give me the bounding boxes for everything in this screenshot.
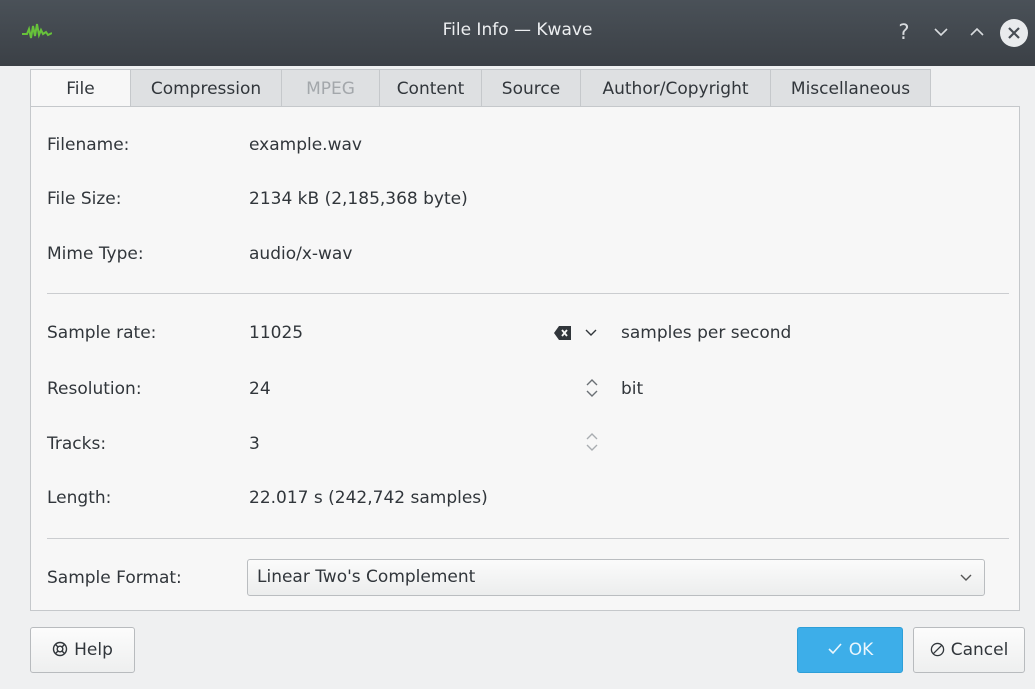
cancel-button[interactable]: Cancel xyxy=(913,627,1025,673)
tab-bar: File Compression MPEG Content Source Aut… xyxy=(30,69,931,108)
sampleformat-select[interactable]: Linear Two's Complement xyxy=(247,559,985,596)
checkmark-icon xyxy=(828,643,842,655)
samplerate-label: Sample rate: xyxy=(47,323,157,343)
tracks-label: Tracks: xyxy=(47,434,107,454)
filename-value: example.wav xyxy=(249,135,362,155)
tracks-value[interactable]: 3 xyxy=(249,434,260,454)
mimetype-value: audio/x-wav xyxy=(249,244,353,264)
length-value: 22.017 s (242,742 samples) xyxy=(249,488,488,508)
tab-content[interactable]: Content xyxy=(380,69,482,107)
maximize-icon[interactable] xyxy=(962,17,992,47)
help-icon[interactable]: ? xyxy=(889,17,919,47)
filesize-value: 2134 kB (2,185,368 byte) xyxy=(249,189,468,209)
chevron-down-icon xyxy=(960,574,972,581)
mimetype-label: Mime Type: xyxy=(47,244,144,264)
tracks-spinner-icon[interactable] xyxy=(584,431,600,453)
tab-source[interactable]: Source xyxy=(482,69,581,107)
tab-file[interactable]: File xyxy=(30,69,131,108)
clear-text-icon[interactable] xyxy=(554,326,572,340)
resolution-label: Resolution: xyxy=(47,379,142,399)
lifebuoy-icon xyxy=(52,641,68,657)
resolution-value[interactable]: 24 xyxy=(249,379,271,399)
filesize-label: File Size: xyxy=(47,189,122,209)
filename-label: Filename: xyxy=(47,135,130,155)
tab-author-copyright[interactable]: Author/Copyright xyxy=(581,69,771,107)
resolution-unit: bit xyxy=(621,379,644,399)
tab-miscellaneous[interactable]: Miscellaneous xyxy=(771,69,931,107)
sampleformat-label: Sample Format: xyxy=(47,568,182,588)
resolution-spinner-icon[interactable] xyxy=(584,377,600,399)
length-label: Length: xyxy=(47,488,112,508)
minimize-icon[interactable] xyxy=(926,17,956,47)
separator xyxy=(47,538,1009,539)
samplerate-unit: samples per second xyxy=(621,323,792,343)
help-button[interactable]: Help xyxy=(30,627,135,673)
help-button-label: Help xyxy=(74,640,113,660)
window-title: File Info — Kwave xyxy=(442,20,593,40)
ok-button-label: OK xyxy=(848,640,874,660)
cancel-button-label: Cancel xyxy=(950,640,1009,660)
window-titlebar: File Info — Kwave ? xyxy=(0,0,1035,66)
chevron-down-icon[interactable] xyxy=(584,327,598,339)
tab-mpeg: MPEG xyxy=(282,69,380,107)
file-tab-panel: Filename: example.wav File Size: 2134 kB… xyxy=(30,106,1020,611)
tab-compression[interactable]: Compression xyxy=(131,69,282,107)
samplerate-value[interactable]: 11025 xyxy=(249,323,303,343)
close-icon[interactable] xyxy=(1000,19,1028,47)
sampleformat-selected: Linear Two's Complement xyxy=(257,567,476,587)
ok-button[interactable]: OK xyxy=(797,627,903,673)
cancel-icon xyxy=(930,642,944,657)
separator xyxy=(47,293,1009,294)
